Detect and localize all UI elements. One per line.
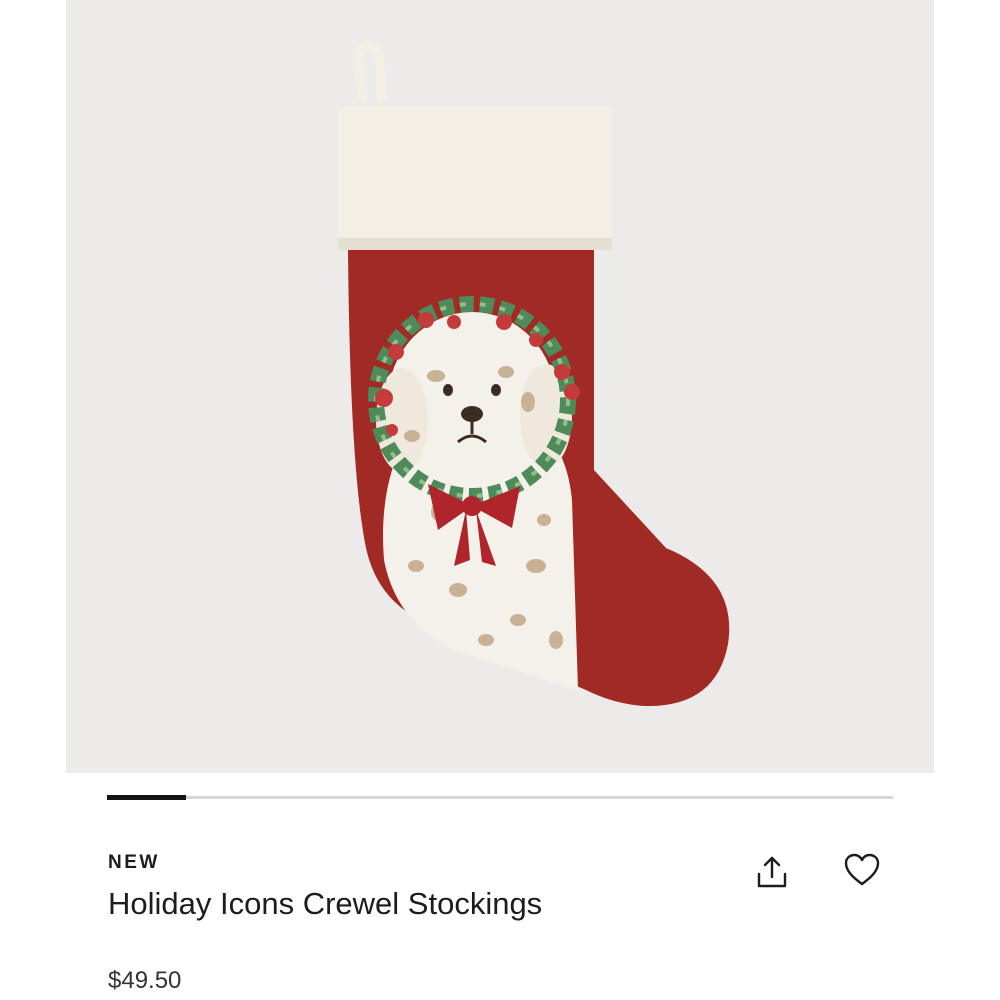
favorite-button[interactable] [840, 848, 884, 892]
product-price: $49.50 [108, 967, 182, 994]
carousel-progress-fill [107, 795, 186, 800]
carousel-progress-track[interactable] [107, 795, 893, 800]
share-button[interactable] [750, 850, 794, 894]
share-icon [757, 856, 787, 888]
product-title: Holiday Icons Crewel Stockings [108, 886, 543, 921]
new-badge: NEW [108, 852, 160, 873]
stocking-illustration [338, 40, 730, 707]
product-page: NEW Holiday Icons Crewel Stockings $49.5… [0, 0, 1000, 1000]
product-image[interactable] [66, 0, 934, 773]
heart-icon [844, 853, 880, 886]
